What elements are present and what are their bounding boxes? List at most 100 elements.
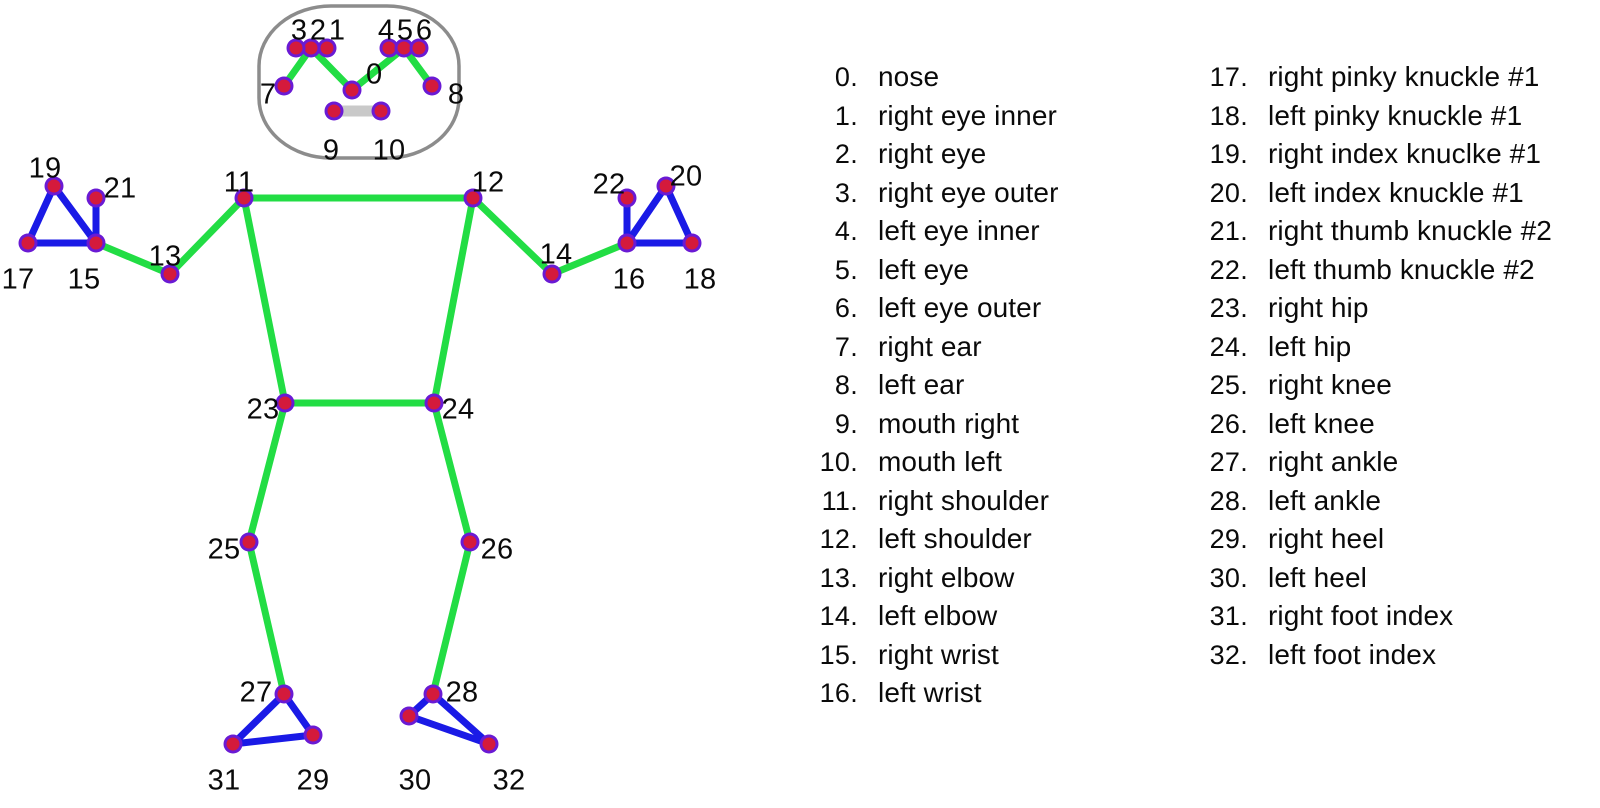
legend-item: 15. right wrist [800, 636, 1170, 675]
legend-item-index: 11. [821, 485, 858, 516]
landmark-dot-core [242, 535, 256, 549]
landmark-dots-group [18, 38, 702, 754]
body-connection-line [429, 538, 474, 698]
legend-item: 1. right eye inner [800, 97, 1170, 136]
legend-item-label: right ear [878, 330, 982, 362]
legend-item-index: 15. [819, 639, 858, 670]
legend-item-index: 7. [834, 331, 858, 362]
landmark-index-label: 30 [399, 765, 432, 797]
legend-item: 28. left ankle [1190, 482, 1590, 521]
landmark-index-label: 5 [397, 15, 413, 47]
landmark-index-label: 24 [442, 394, 475, 426]
legend-item: 30. left heel [1190, 559, 1590, 598]
legend-item-index: 24. [1209, 331, 1248, 362]
landmark-dot-core [345, 83, 359, 97]
legend-item: 26. left knee [1190, 405, 1590, 444]
legend-item-index: 25. [1209, 370, 1248, 400]
legend-item: 14. left elbow [800, 597, 1170, 636]
legend-item-index: 20. [1209, 177, 1248, 208]
legend-item-label: left elbow [878, 600, 998, 631]
legend-item-index: 12. [819, 524, 858, 554]
legend-item-index: 3. [834, 177, 858, 208]
landmark-dot-core [306, 728, 320, 742]
landmark-dot-core [277, 79, 291, 93]
landmark-index-label: 12 [472, 167, 505, 199]
legend-item-index: 26. [1209, 408, 1248, 439]
legend-item-label: right elbow [878, 561, 1015, 593]
legend-item-label: left hip [1268, 330, 1352, 362]
legend-item-label: right wrist [878, 638, 999, 670]
legend-item-label: right ankle [1268, 446, 1399, 477]
landmark-index-label: 22 [593, 169, 626, 201]
landmark-dot-core [21, 236, 35, 250]
legend-item-label: left eye [878, 253, 970, 285]
legend-item-label: right shoulder [878, 484, 1050, 516]
legend-item: 6. left eye outer [800, 289, 1170, 328]
landmark-dot-core [427, 396, 441, 410]
legend-item: 27. right ankle [1190, 443, 1590, 482]
landmark-dot-core [426, 687, 440, 701]
landmark-dot-core [226, 737, 240, 751]
landmark-index-label: 7 [260, 79, 276, 111]
legend-item-label: right eye outer [878, 176, 1059, 208]
body-connection-line [245, 538, 288, 698]
legend-item-label: left heel [1268, 561, 1367, 593]
legend-item: 7. right ear [800, 328, 1170, 367]
legend-item: 22. left thumb knuckle #2 [1190, 251, 1590, 290]
legend-item: 18. left pinky knuckle #1 [1190, 97, 1590, 136]
legend-item-label: right thumb knuckle #2 [1268, 215, 1552, 246]
landmark-dot-core [685, 236, 699, 250]
legend-item-index: 14. [819, 601, 858, 631]
legend-item: 11. right shoulder [800, 482, 1170, 521]
landmark-dot-core [278, 396, 292, 410]
landmark-index-label: 26 [481, 534, 514, 566]
pose-landmark-diagram: 0 1 2 3 4 5 6 7 8 9 10 11 12 13 14 15 16 17 18 19 20 21 22 23 24… [0, 0, 1600, 808]
legend-item-label: right index knuclke #1 [1268, 138, 1542, 169]
legend-item-index: 17. [1209, 62, 1248, 92]
landmark-index-label: 27 [240, 677, 273, 709]
landmark-index-label: 10 [373, 135, 406, 167]
legend-item-label: left shoulder [878, 523, 1032, 554]
legend-item-label: right knee [1268, 369, 1392, 400]
legend-item-index: 28. [1209, 485, 1248, 516]
legend-item-label: mouth right [878, 407, 1020, 439]
landmark-index-label: 13 [149, 241, 182, 273]
body-connection-line [430, 194, 477, 407]
legend-item: 10. mouth left [800, 443, 1170, 482]
legend-item: 2. right eye [800, 135, 1170, 174]
landmark-index-label: 15 [68, 264, 101, 296]
legend-item-index: 10. [819, 447, 858, 477]
legend-item: 3. right eye outer [800, 174, 1170, 213]
landmark-index-label: 32 [493, 765, 526, 797]
landmark-index-label: 31 [208, 765, 241, 797]
legend-item-label: right eye [878, 138, 987, 169]
legend-item-index: 18. [1209, 100, 1248, 131]
landmark-index-label: 14 [540, 239, 573, 271]
legend-item-index: 32. [1209, 639, 1248, 670]
landmark-index-label: 3 [291, 15, 307, 47]
face-connections-group [290, 42, 425, 117]
legend-column-right: 17. right pinky knuckle #1 18. left pinky k… [1190, 58, 1590, 674]
legend-item-index: 1. [834, 100, 858, 131]
legend-item-label: left pinky knuckle #1 [1268, 99, 1523, 131]
legend-item-label: left ear [878, 369, 965, 400]
legend-item: 16. left wrist [800, 674, 1170, 713]
legend-item-label: left eye inner [878, 215, 1040, 246]
landmark-index-label: 16 [613, 264, 646, 296]
legend-item-index: 8. [834, 370, 858, 400]
legend-item-index: 21. [1209, 216, 1248, 246]
legend-item-index: 23. [1209, 293, 1248, 323]
legend-item: 19. right index knuclke #1 [1190, 135, 1590, 174]
legend-item-index: 6. [834, 293, 858, 323]
legend-column-left: 0. nose 1. right eye inner 2. right eye 3. righ… [800, 58, 1170, 713]
legend-item: 8. left ear [800, 366, 1170, 405]
legend-item-label: right eye inner [878, 99, 1057, 131]
legend-item-index: 30. [1209, 562, 1248, 593]
landmark-index-label: 29 [297, 765, 330, 797]
legend-item: 0. nose [800, 58, 1170, 97]
legend-item-index: 9. [834, 408, 858, 439]
landmark-index-label: 18 [684, 264, 717, 296]
landmark-index-label: 6 [416, 15, 432, 47]
landmark-index-label: 0 [366, 59, 382, 91]
landmark-dot-core [463, 535, 477, 549]
